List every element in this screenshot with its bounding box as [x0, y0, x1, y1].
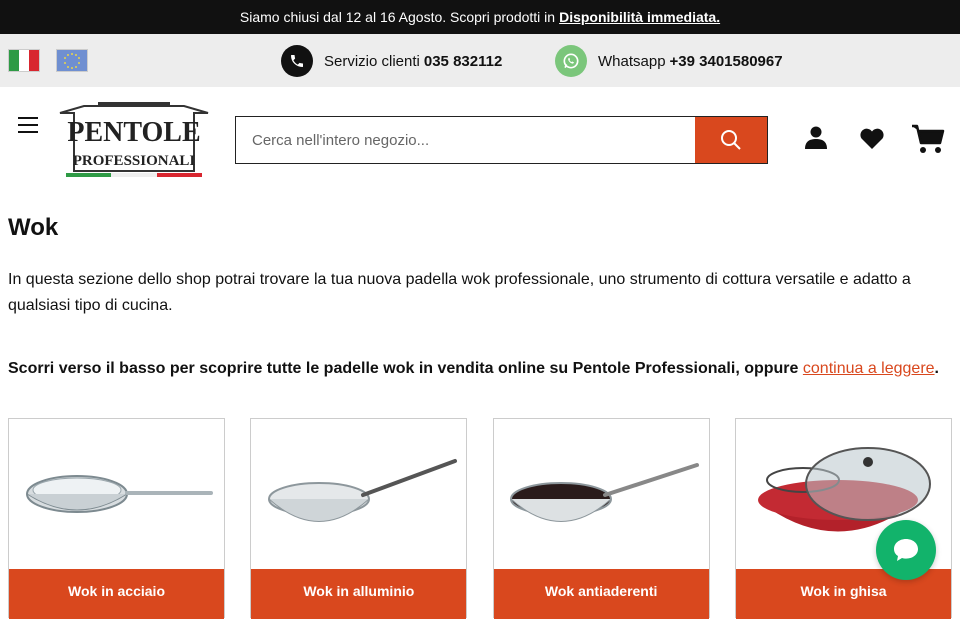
- category-grid: Wok in acciaio Wok in alluminio Wok anti…: [8, 418, 952, 619]
- availability-link[interactable]: Disponibilità immediata.: [559, 9, 720, 25]
- search-input[interactable]: [236, 117, 695, 163]
- category-card[interactable]: Wok in ghisa: [734, 418, 952, 619]
- whatsapp-number: +39 3401580967: [669, 52, 783, 70]
- customer-service-contact[interactable]: Servizio clienti 035 832112: [281, 45, 502, 77]
- wishlist-icon[interactable]: [859, 128, 885, 150]
- italian-flag-icon[interactable]: [8, 49, 40, 72]
- wok-steel-image: [9, 419, 224, 569]
- info-bar: Servizio clienti 035 832112 Whatsapp +39…: [0, 34, 960, 87]
- page-title: Wok: [8, 214, 59, 241]
- category-label: Wok in acciaio: [9, 569, 224, 619]
- search-button[interactable]: [695, 117, 767, 163]
- account-icon[interactable]: [804, 125, 828, 149]
- cta-text: Scorri verso il basso per scoprire tutte…: [8, 360, 939, 377]
- category-card[interactable]: Wok in alluminio: [250, 418, 468, 619]
- site-header: PENTOLE PROFESSIONALI: [0, 87, 960, 187]
- menu-icon[interactable]: [18, 117, 38, 133]
- intro-text: In questa sezione dello shop potrai trov…: [8, 271, 911, 314]
- category-card[interactable]: Wok in acciaio: [8, 418, 225, 619]
- chat-button[interactable]: [876, 520, 936, 580]
- wok-aluminium-image: [251, 419, 466, 569]
- site-logo[interactable]: PENTOLE PROFESSIONALI: [56, 101, 212, 179]
- wok-nonstick-image: [494, 419, 709, 569]
- announcement-bar: Siamo chiusi dal 12 al 16 Agosto. Scopri…: [0, 0, 960, 34]
- read-more-link[interactable]: continua a leggere: [803, 360, 935, 377]
- category-card[interactable]: Wok antiaderenti: [492, 418, 710, 619]
- category-label: Wok antiaderenti: [493, 569, 709, 619]
- chat-icon: [894, 539, 918, 561]
- category-label: Wok in alluminio: [251, 569, 467, 619]
- cart-icon[interactable]: [911, 123, 945, 155]
- phone-icon: [281, 45, 313, 77]
- whatsapp-contact[interactable]: Whatsapp +39 3401580967: [555, 45, 783, 77]
- whatsapp-label: Whatsapp: [598, 52, 666, 70]
- phone-number: 035 832112: [423, 52, 503, 70]
- main-content: Wok In questa sezione dello shop potrai …: [0, 214, 960, 378]
- announcement-text: Siamo chiusi dal 12 al 16 Agosto. Scopri…: [239, 9, 556, 25]
- eu-flag-icon[interactable]: [56, 49, 88, 72]
- search-icon: [721, 130, 741, 150]
- search-bar: [235, 116, 768, 164]
- whatsapp-icon: [555, 45, 587, 77]
- svg-text:PROFESSIONALI: PROFESSIONALI: [73, 153, 196, 169]
- svg-text:PENTOLE: PENTOLE: [67, 117, 200, 148]
- phone-label: Servizio clienti: [324, 52, 420, 70]
